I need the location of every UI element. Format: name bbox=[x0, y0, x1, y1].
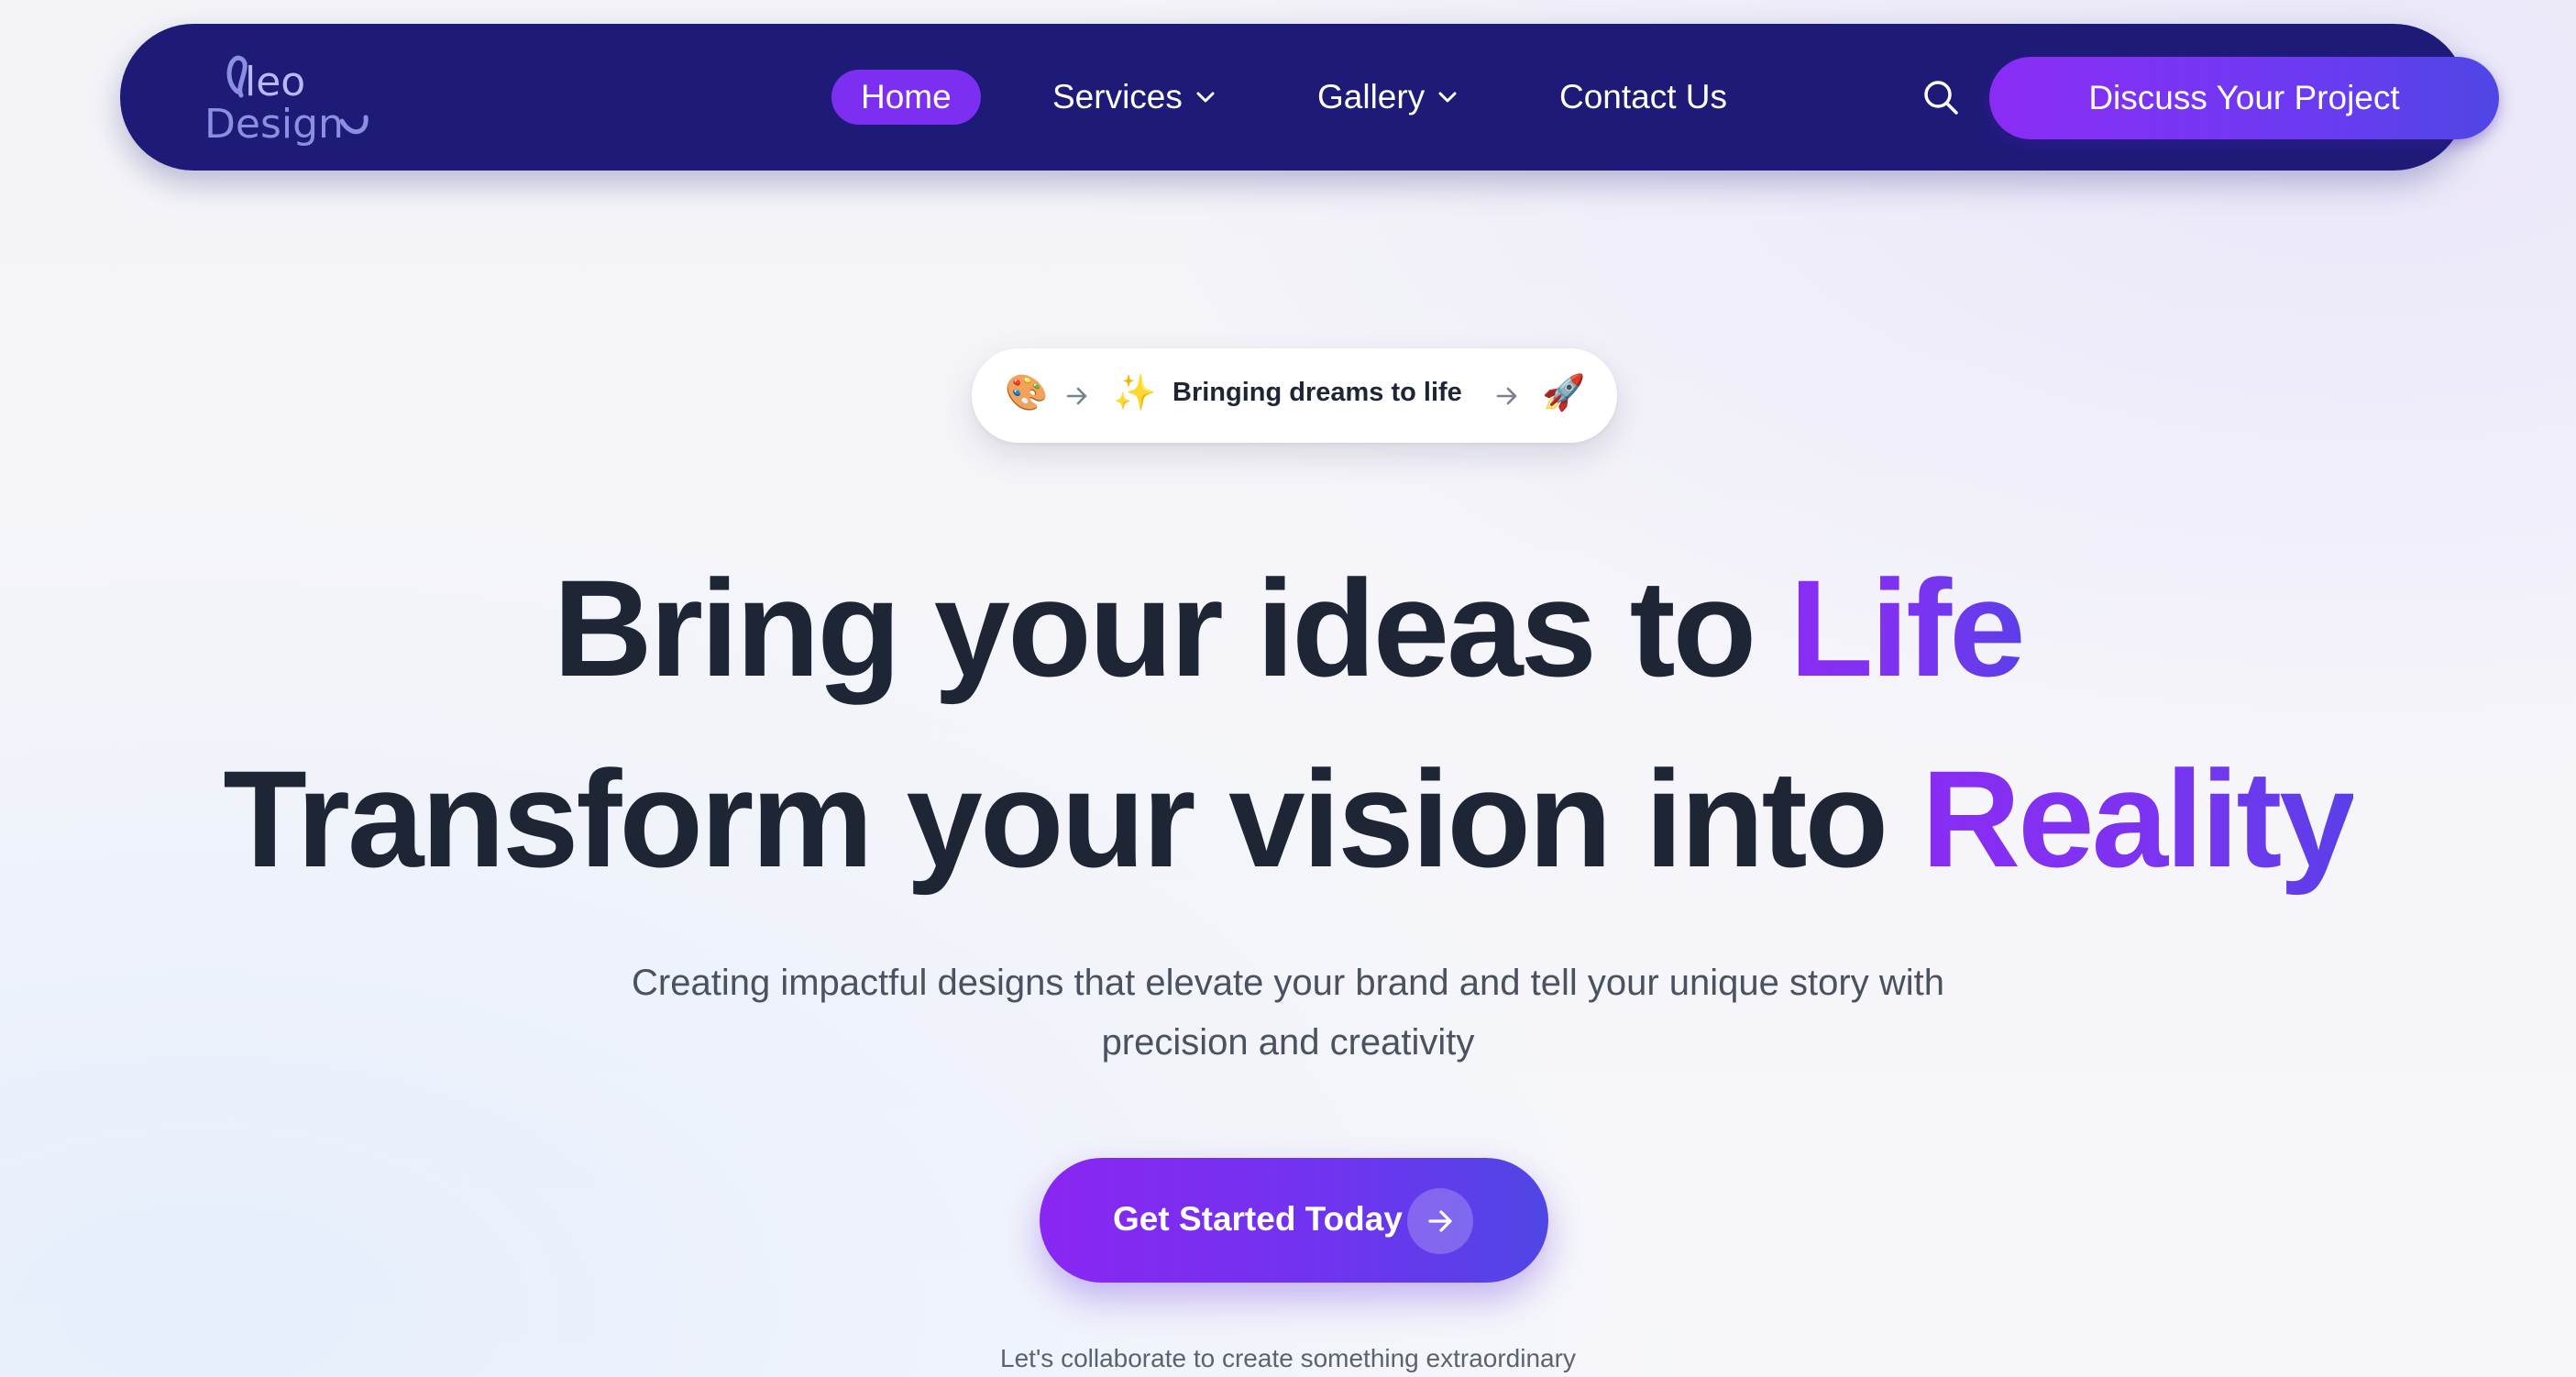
headline-line2-main: Transform your vision into bbox=[223, 742, 1921, 896]
subtitle-line1: Creating impactful designs that elevate … bbox=[632, 963, 1944, 1003]
discuss-project-button[interactable]: Discuss Your Project bbox=[1989, 57, 2499, 139]
hero-footnote: Let's collaborate to create something ex… bbox=[1000, 1344, 1576, 1372]
nav-link-contact[interactable]: Contact Us bbox=[1559, 70, 1727, 125]
logo-line1: leo bbox=[245, 59, 305, 105]
tagline-badge: 🎨 ✨ Bringing dreams to life 🚀 bbox=[972, 348, 1617, 443]
hero-subtitle: Creating impactful designs that elevate … bbox=[600, 953, 1976, 1073]
headline-line2-accent: Reality bbox=[1921, 742, 2356, 896]
logo-line2: Design bbox=[204, 101, 344, 148]
subtitle-line2: precision and creativity bbox=[1101, 1022, 1475, 1063]
chevron-down-icon bbox=[1196, 92, 1215, 103]
search-icon[interactable] bbox=[1920, 76, 1962, 118]
arrow-right-icon bbox=[1496, 387, 1517, 405]
nav-link-gallery-label: Gallery bbox=[1317, 78, 1426, 116]
palette-icon: 🎨 bbox=[1005, 374, 1049, 413]
nav-link-home[interactable]: Home bbox=[831, 70, 981, 125]
navbar: leo Design Home Services Gallery Contact… bbox=[120, 24, 2499, 171]
nav-link-services-label: Services bbox=[1052, 78, 1183, 116]
hero-headline-line1: Bring your ideas to Life bbox=[0, 559, 2576, 697]
logo[interactable]: leo Design bbox=[204, 50, 379, 149]
nav-link-home-label: Home bbox=[861, 78, 952, 116]
arrow-right-icon bbox=[1407, 1188, 1473, 1254]
get-started-button[interactable]: Get Started Today bbox=[1040, 1158, 1548, 1283]
rocket-icon: 🚀 bbox=[1542, 374, 1586, 413]
sparkles-icon: ✨ bbox=[1113, 374, 1157, 413]
get-started-label: Get Started Today bbox=[1113, 1200, 1403, 1238]
hero-headline-line2: Transform your vision into Reality bbox=[0, 750, 2576, 887]
nav-link-contact-label: Contact Us bbox=[1559, 78, 1728, 116]
headline-line1-accent: Life bbox=[1789, 551, 2026, 705]
arrow-right-icon bbox=[1066, 387, 1087, 405]
nav-link-services[interactable]: Services bbox=[1052, 70, 1216, 125]
discuss-project-label: Discuss Your Project bbox=[2088, 79, 2400, 116]
nav-link-gallery[interactable]: Gallery bbox=[1317, 70, 1458, 125]
chevron-down-icon bbox=[1438, 92, 1457, 103]
headline-line1-main: Bring your ideas to bbox=[553, 551, 1789, 705]
badge-text: Bringing dreams to life bbox=[1172, 378, 1462, 407]
